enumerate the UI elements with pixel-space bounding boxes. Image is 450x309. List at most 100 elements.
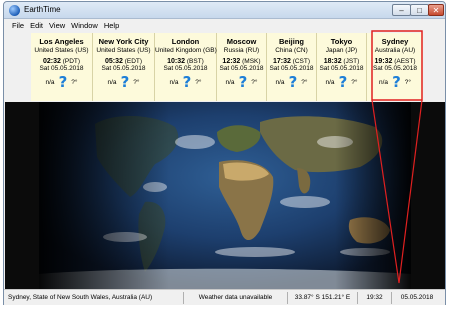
temperature: ?° — [251, 78, 258, 86]
night-shade-right — [335, 102, 411, 289]
close-icon: ✕ — [432, 5, 440, 15]
city-name: London — [171, 37, 200, 46]
time-zone: (EDT) — [124, 58, 143, 65]
window-title: EarthTime — [24, 5, 61, 14]
weather-info: n/a ? ?° — [31, 73, 92, 91]
city-country: United States (US) — [96, 47, 151, 54]
city-country: United States (US) — [34, 47, 89, 54]
weather-text: n/a — [275, 78, 285, 86]
earth-daylight-map — [5, 102, 445, 289]
menu-window[interactable]: Window — [68, 19, 101, 32]
city-tile-new-york-city[interactable]: New York City United States (US) 05:32 (… — [93, 33, 155, 101]
city-tile-beijing[interactable]: Beijing China (CN) 17:32 (CST) Sat 05.05… — [267, 33, 317, 101]
time-zone: (PDT) — [62, 58, 81, 65]
city-time: 05:32 (EDT) — [93, 58, 154, 65]
city-time: 12:32 (MSK) — [217, 58, 266, 65]
status-bar: Sydney, State of New South Wales, Austra… — [4, 289, 445, 305]
weather-text: n/a — [225, 78, 235, 86]
city-country: Russia (RU) — [223, 47, 260, 54]
world-map[interactable] — [5, 102, 445, 289]
weather-text: n/a — [379, 78, 389, 86]
time-value: 19:32 — [374, 58, 393, 65]
maximize-button[interactable]: □ — [410, 4, 429, 16]
status-coordinates: 33.87° S 151.21° E — [288, 291, 358, 304]
close-button[interactable]: ✕ — [428, 4, 444, 16]
time-zone: (JST) — [343, 58, 360, 65]
status-date: 05.05.2018 — [400, 293, 434, 301]
city-name: Tokyo — [330, 37, 353, 46]
weather-info: n/a ? ?° — [93, 73, 154, 91]
city-date: Sat 05.05.2018 — [319, 65, 364, 72]
weather-unknown-icon: ? — [288, 73, 298, 91]
night-shade-left — [39, 102, 169, 289]
time-zone: (AEST) — [394, 58, 416, 65]
weather-info: n/a ? ?° — [217, 73, 266, 91]
city-name: Moscow — [226, 37, 257, 46]
weather-unknown-icon: ? — [182, 73, 192, 91]
weather-info: n/a ? ?° — [267, 73, 316, 91]
temperature: ?° — [133, 78, 140, 86]
weather-unknown-icon: ? — [338, 73, 348, 91]
city-name: Los Angeles — [39, 37, 84, 46]
status-location: Sydney, State of New South Wales, Austra… — [4, 291, 184, 304]
time-value: 18:32 — [323, 58, 342, 65]
city-time: 02:32 (PDT) — [31, 58, 92, 65]
city-tile-los-angeles[interactable]: Los Angeles United States (US) 02:32 (PD… — [31, 33, 93, 101]
temperature: ?° — [301, 78, 308, 86]
city-tile-tokyo[interactable]: Tokyo Japan (JP) 18:32 (JST) Sat 05.05.2… — [317, 33, 367, 101]
weather-unknown-icon: ? — [120, 73, 130, 91]
time-zone: (MSK) — [242, 58, 261, 65]
weather-text: n/a — [169, 78, 179, 86]
time-zone: (CST) — [292, 58, 311, 65]
title-bar[interactable]: EarthTime – □ ✕ — [4, 2, 445, 19]
time-value: 10:32 — [167, 58, 186, 65]
weather-info: n/a ? ?° — [367, 73, 423, 91]
globe-icon — [9, 5, 20, 16]
city-date: Sat 05.05.2018 — [163, 65, 208, 72]
time-value: 17:32 — [272, 58, 291, 65]
city-country: Japan (JP) — [325, 47, 358, 54]
menu-view[interactable]: View — [46, 19, 68, 32]
city-clock-panel: Los Angeles United States (US) 02:32 (PD… — [31, 33, 423, 101]
city-time: 18:32 (JST) — [317, 58, 366, 65]
temperature: ?° — [404, 78, 411, 86]
city-date: Sat 05.05.2018 — [269, 65, 314, 72]
time-value: 05:32 — [104, 58, 123, 65]
city-name: New York City — [98, 37, 149, 46]
city-date: Sat 05.05.2018 — [101, 65, 146, 72]
menu-bar: File Edit View Window Help — [4, 19, 445, 32]
status-weather: Weather data unavailable — [184, 291, 288, 304]
status-time: 19:32 — [358, 291, 392, 304]
city-time: 17:32 (CST) — [267, 58, 316, 65]
weather-unknown-icon: ? — [238, 73, 248, 91]
city-country: Australia (AU) — [374, 47, 416, 54]
maximize-icon: □ — [417, 5, 422, 15]
menu-help[interactable]: Help — [101, 19, 122, 32]
city-tile-moscow[interactable]: Moscow Russia (RU) 12:32 (MSK) Sat 05.05… — [217, 33, 267, 101]
city-country: United Kingdom (GB) — [155, 47, 217, 54]
city-date: Sat 05.05.2018 — [219, 65, 264, 72]
weather-text: n/a — [325, 78, 335, 86]
temperature: ?° — [351, 78, 358, 86]
temperature: ?° — [71, 78, 78, 86]
city-tile-sydney[interactable]: Sydney Australia (AU) 19:32 (AEST) Sat 0… — [367, 33, 423, 101]
menu-file[interactable]: File — [9, 19, 27, 32]
city-tile-london[interactable]: London United Kingdom (GB) 10:32 (BST) S… — [155, 33, 217, 101]
weather-unknown-icon: ? — [58, 73, 68, 91]
weather-text: n/a — [107, 78, 117, 86]
city-date: Sat 05.05.2018 — [39, 65, 84, 72]
minimize-button[interactable]: – — [392, 4, 411, 16]
menu-edit[interactable]: Edit — [27, 19, 46, 32]
time-value: 12:32 — [222, 58, 241, 65]
weather-info: n/a ? ?° — [317, 73, 366, 91]
city-time: 19:32 (AEST) — [367, 58, 423, 65]
time-value: 02:32 — [42, 58, 61, 65]
city-country: China (CN) — [275, 47, 308, 54]
app-window: EarthTime – □ ✕ File Edit View Window He… — [3, 1, 446, 305]
weather-info: n/a ? ?° — [155, 73, 216, 91]
city-date: Sat 05.05.2018 — [372, 65, 418, 72]
weather-text: n/a — [45, 78, 55, 86]
temperature: ?° — [195, 78, 202, 86]
weather-unknown-icon: ? — [392, 73, 401, 91]
minimize-icon: – — [399, 5, 404, 15]
